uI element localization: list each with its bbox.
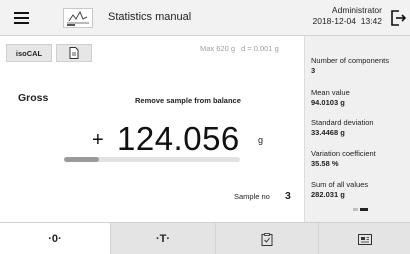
stat-item: Variation coefficient 35.58 % [311, 149, 376, 169]
print-icon [357, 233, 372, 245]
checklist-icon [261, 232, 273, 246]
stat-value: 33.4468 g [311, 128, 345, 137]
date: 2018-12-04 [312, 16, 356, 26]
weight-sign: + [92, 129, 104, 151]
page-dot [353, 208, 358, 211]
stat-label: Variation coefficient [311, 149, 376, 158]
stat-value: 94.0103 g [311, 98, 345, 107]
weight-unit: g [258, 135, 264, 145]
stat-item: Number of components 3 [311, 56, 389, 76]
stat-value: 35.58 % [311, 159, 339, 168]
time: 13:42 [360, 16, 382, 26]
datetime: 2018-12-04 13:42 [313, 16, 383, 27]
statistics-mode-icon [63, 8, 93, 28]
user-name: Administrator [331, 5, 382, 15]
checklist-button[interactable] [215, 223, 318, 254]
capacity-bar-fill [64, 157, 100, 162]
stat-item: Standard deviation 33.4468 g [311, 118, 374, 138]
document-icon [69, 47, 79, 59]
stat-label: Mean value [311, 88, 350, 97]
tare-button[interactable]: ·T· [110, 223, 215, 254]
statistics-panel: Number of components 3 Mean value 94.010… [304, 36, 410, 222]
weight-value: 124.056 [117, 120, 240, 157]
page-dot-active [360, 208, 368, 211]
weighing-panel: isoCAL Max 620 g d = 0.001 g Gross Remove… [0, 36, 304, 222]
stat-value: 3 [311, 66, 316, 75]
capacity-bar [64, 157, 240, 162]
softkey-bar: ·0· ·T· [0, 222, 410, 254]
stat-label: Sum of all values [311, 180, 369, 189]
zero-button[interactable]: ·0· [0, 223, 110, 254]
print-button[interactable] [318, 223, 410, 254]
max-capacity: Max 620 g [200, 44, 236, 53]
stat-item: Sum of all values 282.031 g [311, 180, 368, 200]
stat-item: Mean value 94.0103 g [311, 88, 350, 108]
app-title: Statistics manual [108, 11, 192, 23]
weighing-mode-label: Gross [18, 92, 49, 104]
sample-number: 3 [285, 190, 291, 202]
readability: d = 0.001 g [241, 44, 279, 53]
tare-icon: ·T· [155, 233, 171, 245]
page-indicator[interactable] [353, 208, 368, 211]
stat-value: 282.031 g [311, 190, 345, 199]
isocal-button[interactable]: isoCAL [6, 44, 52, 62]
stat-label: Standard deviation [311, 118, 374, 127]
zero-icon: ·0· [48, 233, 62, 245]
document-button[interactable] [56, 44, 92, 62]
instruction-text: Remove sample from balance [135, 96, 241, 105]
user-datetime: Administrator 2018-12-04 13:42 [313, 5, 383, 27]
balance-specs: Max 620 g d = 0.001 g [200, 44, 279, 53]
top-bar: Statistics manual Administrator 2018-12-… [0, 0, 410, 36]
logout-icon[interactable] [386, 0, 410, 36]
menu-icon[interactable] [0, 0, 42, 36]
stat-label: Number of components [311, 56, 389, 65]
sample-number-label: Sample no [234, 192, 270, 201]
